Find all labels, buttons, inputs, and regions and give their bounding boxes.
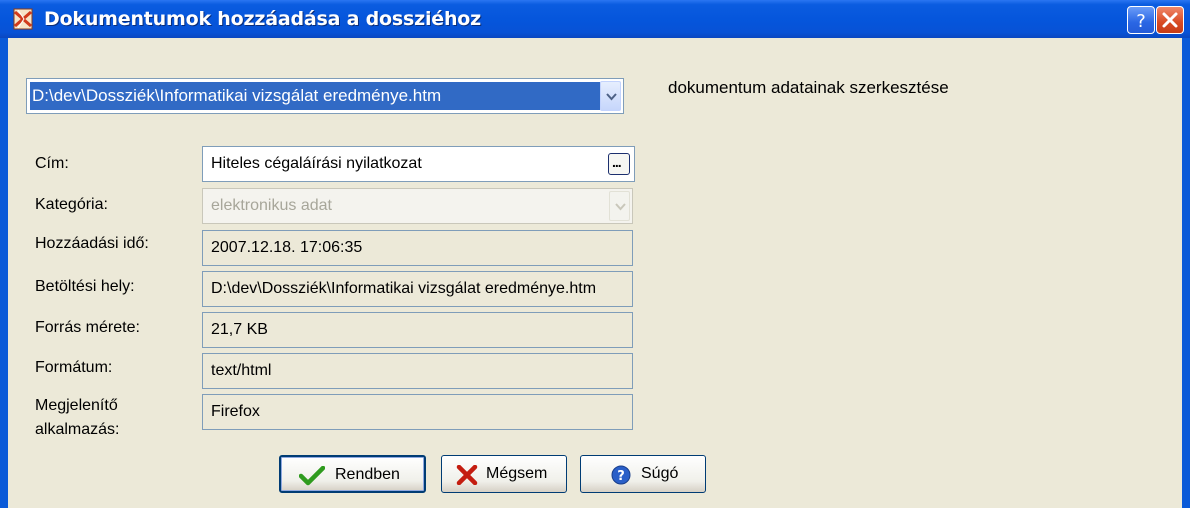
title-input[interactable]: Hiteles cégaláírási nyilatkozat ... — [202, 146, 635, 182]
added-time-field: 2007.12.18. 17:06:35 — [202, 230, 633, 266]
load-location-label: Betöltési hely: — [35, 278, 135, 295]
svg-text:?: ? — [1136, 11, 1146, 32]
document-select[interactable]: D:\dev\Dossziék\Informatikai vizsgálat e… — [26, 78, 624, 114]
document-select-value: D:\dev\Dossziék\Informatikai vizsgálat e… — [30, 82, 600, 110]
load-location-field: D:\dev\Dossziék\Informatikai vizsgálat e… — [202, 271, 633, 307]
svg-text:?: ? — [617, 469, 625, 484]
source-size-label: Forrás mérete: — [35, 319, 140, 336]
edit-document-data-label: dokumentum adatainak szerkesztése — [668, 78, 949, 97]
ellipsis-icon: ... — [612, 154, 622, 170]
title-help-button[interactable]: ? — [1127, 6, 1155, 34]
question-mark-icon: ? — [1136, 11, 1146, 32]
source-size-field: 21,7 KB — [202, 312, 633, 348]
document-select-dropdown-button[interactable] — [600, 81, 621, 111]
added-time-label: Hozzáadási idő: — [35, 235, 149, 252]
ok-button[interactable]: Rendben — [279, 455, 426, 493]
title-label: Cím: — [35, 155, 69, 172]
close-icon — [1162, 12, 1178, 28]
chevron-down-icon — [615, 203, 626, 211]
red-x-icon — [456, 465, 478, 485]
dialog-window: Dokumentumok hozzáadása a dossziéhoz ? D… — [0, 0, 1190, 508]
title-browse-button[interactable]: ... — [608, 153, 630, 175]
help-button[interactable]: ? Súgó — [580, 455, 706, 493]
cancel-button-label: Mégsem — [486, 465, 548, 482]
format-label: Formátum: — [35, 359, 113, 376]
help-button-label: Súgó — [641, 465, 679, 482]
category-select: elektronikus adat — [202, 188, 633, 224]
category-value: elektronikus adat — [211, 197, 332, 214]
checkmark-icon — [299, 466, 325, 486]
dialog-client-area: D:\dev\Dossziék\Informatikai vizsgálat e… — [8, 38, 1182, 508]
category-dropdown-button — [609, 191, 630, 221]
document-dossier-icon — [13, 8, 33, 30]
viewer-app-label-line2: alkalmazás: — [35, 421, 120, 438]
ok-button-label: Rendben — [335, 466, 400, 483]
format-field: text/html — [202, 353, 633, 389]
title-bar[interactable]: Dokumentumok hozzáadása a dossziéhoz ? — [0, 0, 1190, 38]
viewer-app-field: Firefox — [202, 394, 633, 430]
title-close-button[interactable] — [1156, 6, 1184, 34]
title-input-value: Hiteles cégaláírási nyilatkozat — [211, 155, 422, 172]
window-title: Dokumentumok hozzáadása a dossziéhoz — [44, 8, 482, 30]
cancel-button[interactable]: Mégsem — [441, 455, 567, 493]
help-question-icon: ? — [611, 465, 631, 485]
viewer-app-label-line1: Megjelenítő — [35, 397, 118, 414]
category-label: Kategória: — [35, 196, 108, 213]
chevron-down-icon — [606, 93, 617, 101]
